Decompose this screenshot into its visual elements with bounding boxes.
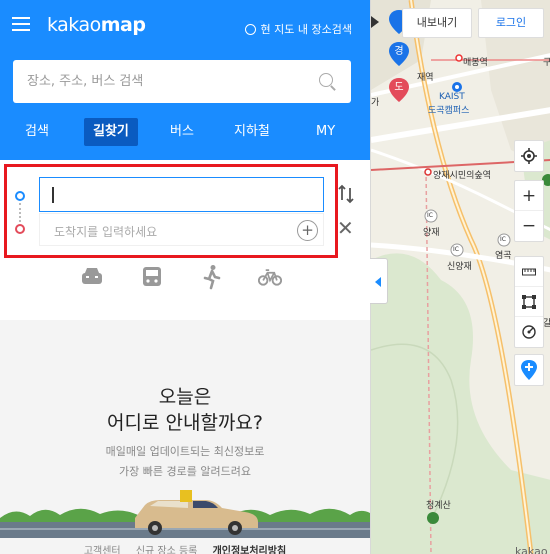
poi-cheonggyesan[interactable]: 청계산 (426, 498, 451, 511)
radio-icon (244, 23, 256, 35)
zoom-out-icon[interactable]: − (515, 211, 543, 241)
poi-partial[interactable]: 가 (371, 95, 379, 108)
poi-sinyangjae-ic[interactable]: 신양재 (447, 259, 472, 272)
login-button[interactable]: 로그인 (478, 8, 544, 38)
tab-subway[interactable]: 지하철 (234, 118, 270, 146)
zoom-in-icon[interactable]: + (515, 181, 543, 211)
swap-icon[interactable] (338, 184, 354, 204)
ic-badge: IC (453, 246, 459, 253)
ic-badge: IC (427, 212, 433, 219)
header: kakaomap 현 지도 내 장소검색 검색 길찾기 버스 지하철 MY (0, 0, 370, 160)
left-panel: kakaomap 현 지도 내 장소검색 검색 길찾기 버스 지하철 MY 도착… (0, 0, 370, 554)
area-search-toggle[interactable]: 현 지도 내 장소검색 (244, 21, 352, 37)
promo-section: 오늘은 어디로 안내할까요? 매일매일 업데이트되는 최신정보로 가장 빠른 경로를… (0, 320, 370, 554)
tool-control (514, 256, 544, 348)
route-form: 도착지를 입력하세요 + ✕ (0, 160, 370, 320)
poi-kaist-campus[interactable]: 도곡캠퍼스 (428, 103, 469, 116)
poi-partial[interactable]: 갈 (543, 316, 550, 329)
search-input[interactable] (27, 74, 319, 89)
footer-link-support[interactable]: 고객센터 (84, 546, 121, 554)
tab-directions[interactable]: 길찾기 (84, 118, 138, 146)
map-marker-red[interactable]: 도 (389, 78, 409, 102)
poi-yangjae-ic[interactable]: 양재 (423, 225, 440, 238)
search-bar (13, 60, 351, 103)
kakao-watermark: kakao (515, 545, 548, 554)
poi-partial[interactable]: 구 (543, 55, 550, 68)
area-icon[interactable] (515, 287, 543, 317)
tab-bus[interactable]: 버스 (170, 118, 194, 146)
car-icon[interactable] (80, 264, 104, 290)
map-marker-blue[interactable]: 경 (389, 42, 409, 66)
poi-yangjae-citizen-forest-station[interactable]: 양재시민의숲역 (433, 168, 491, 181)
footer-link-privacy[interactable]: 개인정보처리방침 (213, 546, 287, 554)
zoom-control: + − (514, 180, 544, 242)
roadview-control (514, 354, 544, 386)
poi-kaist[interactable]: KAIST (439, 92, 465, 102)
main-tabs: 검색 길찾기 버스 지하철 MY (0, 118, 370, 146)
highlight-box (4, 164, 338, 258)
svg-text:도: 도 (394, 82, 403, 93)
footer-link-new-place[interactable]: 신규 장소 등록 (136, 546, 198, 554)
roadview-icon[interactable] (515, 355, 543, 385)
bike-icon[interactable] (258, 264, 282, 290)
locate-icon[interactable] (515, 141, 543, 171)
svg-text:경: 경 (394, 44, 403, 57)
reset-route-button[interactable]: ✕ (337, 218, 354, 238)
collapse-panel-button[interactable] (370, 258, 388, 304)
tab-my[interactable]: MY (316, 118, 335, 146)
promo-subtitle: 매일매일 업데이트되는 최신정보로 가장 빠른 경로를 알려드려요 (105, 445, 265, 478)
poi-station[interactable]: 재역 (417, 70, 434, 83)
menu-icon[interactable] (12, 17, 30, 31)
tab-search[interactable]: 검색 (25, 118, 49, 146)
transport-modes (80, 264, 290, 294)
car-illustration (0, 490, 370, 538)
walk-icon[interactable] (200, 264, 224, 290)
locate-control (514, 140, 544, 172)
radius-icon[interactable] (515, 317, 543, 347)
poi-yeomgok-ic[interactable]: 염곡 (495, 248, 512, 261)
promo-title: 오늘은 어디로 안내할까요? (107, 386, 263, 434)
poi-maebong-station[interactable]: 매봉역 (463, 55, 488, 68)
footer-links: 고객센터 신규 장소 등록 개인정보처리방침 (0, 542, 370, 554)
bus-icon[interactable] (140, 264, 164, 290)
map-partial-icon (371, 16, 379, 28)
ruler-icon[interactable] (515, 257, 543, 287)
search-icon[interactable] (319, 72, 337, 91)
ic-badge: IC (500, 236, 506, 243)
logo[interactable]: kakaomap (47, 14, 146, 36)
export-button[interactable]: 내보내기 (402, 8, 472, 38)
